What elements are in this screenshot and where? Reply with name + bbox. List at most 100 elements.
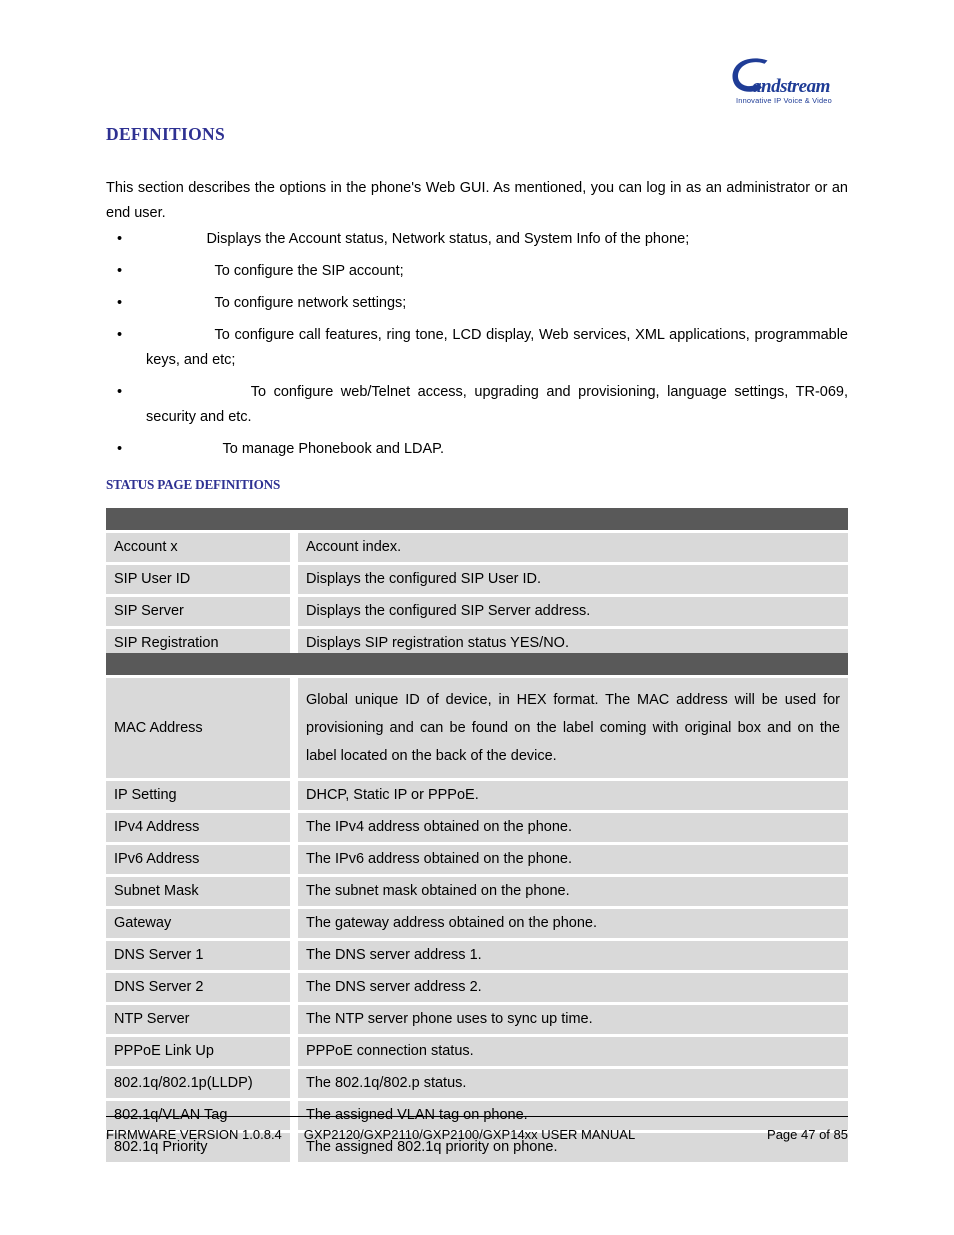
column-divider	[290, 597, 298, 626]
list-item-text: Displays the Account status, Network sta…	[146, 231, 689, 247]
table-cell-key: DNS Server 1	[106, 941, 290, 970]
table-cell-value-text: The 802.1q/802.p status.	[306, 1075, 467, 1091]
table-cell-value-text: The IPv4 address obtained on the phone.	[306, 819, 573, 835]
bullet-icon: •	[117, 231, 123, 247]
table-row: 802.1q/802.1p(LLDP) The 802.1q/802.p sta…	[106, 1069, 848, 1098]
list-item: • To configure web/Telnet access, upgrad…	[106, 380, 848, 430]
list-item: • To configure the SIP account;	[106, 259, 848, 284]
column-divider	[290, 1005, 298, 1034]
page-title: DEFINITIONS	[106, 124, 226, 144]
table-row: MAC Address Global unique ID of device, …	[106, 678, 848, 778]
table-cell-key: 802.1q/802.1p(LLDP)	[106, 1069, 290, 1098]
list-item: • To configure network settings;	[106, 291, 848, 316]
section-title-status-page-definitions: STATUS PAGE DEFINITIONS	[106, 478, 281, 493]
table-cell-key: Account x	[106, 533, 290, 562]
table-row: DNS Server 1 The DNS server address 1.	[106, 941, 848, 970]
table-cell-key: IPv4 Address	[106, 813, 290, 842]
column-divider	[290, 678, 298, 778]
column-divider	[290, 1069, 298, 1098]
column-divider	[290, 973, 298, 1002]
table-row: IP Setting DHCP, Static IP or PPPoE.	[106, 781, 848, 810]
table-cell-value: PPPoE connection status.	[298, 1037, 848, 1066]
table-cell-value: Global unique ID of device, in HEX forma…	[298, 678, 848, 778]
list-item-indent	[146, 291, 215, 316]
column-divider	[290, 781, 298, 810]
table-cell-value-text: The DNS server address 1.	[306, 947, 482, 963]
grandstream-logo-icon: andstream Innovative IP Voice & Video	[732, 58, 832, 105]
bullet-icon: •	[117, 263, 123, 279]
table-cell-value-text: Account index.	[306, 539, 402, 555]
column-divider	[290, 845, 298, 874]
table-cell-value: The subnet mask obtained on the phone.	[298, 877, 848, 906]
feature-bullet-list: • Displays the Account status, Network s…	[106, 227, 848, 462]
table-cell-key: MAC Address	[106, 678, 290, 778]
table-cell-value-text: Displays the configured SIP User ID.	[306, 571, 542, 587]
table-row: Gateway The gateway address obtained on …	[106, 909, 848, 938]
column-divider	[290, 941, 298, 970]
intro-paragraph: This section describes the options in th…	[106, 180, 848, 221]
list-item-text: To configure network settings;	[146, 295, 407, 311]
table-row: SIP User ID Displays the configured SIP …	[106, 565, 848, 594]
table-cell-value: DHCP, Static IP or PPPoE.	[298, 781, 848, 810]
bullet-icon: •	[117, 441, 123, 457]
list-item-label: To configure web/Telnet access, upgradin…	[146, 384, 848, 425]
bullet-icon: •	[117, 295, 123, 311]
table-cell-value: The 802.1q/802.p status.	[298, 1069, 848, 1098]
grandstream-logo: andstream Innovative IP Voice & Video	[726, 55, 846, 113]
column-divider	[290, 1037, 298, 1066]
table-cell-value-text: The IPv6 address obtained on the phone.	[306, 851, 573, 867]
table-cell-key: Subnet Mask	[106, 877, 290, 906]
list-item-indent	[146, 380, 251, 405]
column-divider	[290, 533, 298, 562]
table-cell-key: PPPoE Link Up	[106, 1037, 290, 1066]
list-item-text: To configure the SIP account;	[146, 263, 404, 279]
list-item-indent	[146, 227, 206, 252]
table-cell-key: Gateway	[106, 909, 290, 938]
table-cell-value: The gateway address obtained on the phon…	[298, 909, 848, 938]
table-cell-value-text: Global unique ID of device, in HEX forma…	[306, 692, 840, 764]
table-cell-value: The DNS server address 2.	[298, 973, 848, 1002]
list-item-indent	[146, 437, 223, 462]
footer-divider	[106, 1116, 848, 1117]
svg-text:andstream: andstream	[752, 76, 830, 97]
network-status-table: MAC Address Global unique ID of device, …	[106, 653, 848, 1162]
list-item-text: To configure web/Telnet access, upgradin…	[146, 384, 848, 425]
footer-manual-title: GXP2120/GXP2110/GXP2100/GXP14xx USER MAN…	[303, 1127, 636, 1142]
table-cell-value: Account index.	[298, 533, 848, 562]
list-item-label: To configure the SIP account;	[214, 263, 404, 279]
table-cell-key: SIP User ID	[106, 565, 290, 594]
table-cell-value: The IPv4 address obtained on the phone.	[298, 813, 848, 842]
list-item-text: To configure call features, ring tone, L…	[146, 327, 848, 368]
list-item-indent	[146, 259, 215, 284]
list-item-label: To configure call features, ring tone, L…	[146, 327, 848, 368]
table-cell-key: DNS Server 2	[106, 973, 290, 1002]
list-item: • Displays the Account status, Network s…	[106, 227, 848, 252]
table-cell-value-text: Displays the configured SIP Server addre…	[306, 603, 591, 619]
svg-text:Innovative IP Voice & Video: Innovative IP Voice & Video	[736, 96, 832, 105]
table-cell-value: Displays the configured SIP Server addre…	[298, 597, 848, 626]
table-cell-value: Displays the configured SIP User ID.	[298, 565, 848, 594]
table-cell-key: SIP Server	[106, 597, 290, 626]
table-row: Subnet Mask The subnet mask obtained on …	[106, 877, 848, 906]
table-cell-key: NTP Server	[106, 1005, 290, 1034]
table-cell-value: The IPv6 address obtained on the phone.	[298, 845, 848, 874]
table-cell-value-text: The NTP server phone uses to sync up tim…	[306, 1011, 593, 1027]
table-header-band	[106, 508, 848, 530]
list-item-label: Displays the Account status, Network sta…	[206, 231, 690, 247]
list-item: • To manage Phonebook and LDAP.	[106, 437, 848, 462]
table-cell-value-text: The DNS server address 2.	[306, 979, 482, 995]
table-row: IPv4 Address The IPv4 address obtained o…	[106, 813, 848, 842]
table-row: IPv6 Address The IPv6 address obtained o…	[106, 845, 848, 874]
table-cell-key: IP Setting	[106, 781, 290, 810]
table-cell-value-text: The subnet mask obtained on the phone.	[306, 883, 570, 899]
list-item-text: To manage Phonebook and LDAP.	[146, 441, 444, 457]
table-header-band	[106, 653, 848, 675]
table-cell-value-text: DHCP, Static IP or PPPoE.	[306, 787, 479, 803]
table-row: NTP Server The NTP server phone uses to …	[106, 1005, 848, 1034]
list-item: • To configure call features, ring tone,…	[106, 323, 848, 373]
column-divider	[290, 565, 298, 594]
table-cell-value: The DNS server address 1.	[298, 941, 848, 970]
table-row: DNS Server 2 The DNS server address 2.	[106, 973, 848, 1002]
column-divider	[290, 877, 298, 906]
column-divider	[290, 813, 298, 842]
